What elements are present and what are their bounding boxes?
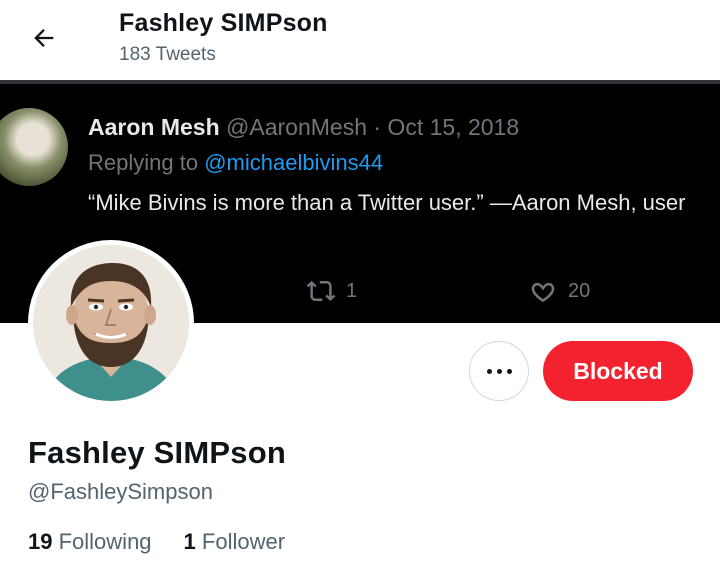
heart-icon [531, 282, 555, 302]
profile-avatar[interactable] [28, 240, 194, 406]
following-count: 19 [28, 529, 53, 554]
blocked-button[interactable]: Blocked [543, 341, 693, 401]
followers-label: Follower [201, 529, 286, 554]
banner-replying-to: Replying to @michaelbivins44 [88, 150, 383, 176]
more-options-button[interactable] [469, 341, 529, 401]
following-label: Following [58, 529, 152, 554]
arrow-left-icon [34, 29, 54, 47]
banner-tweet-author: Aaron Mesh @AaronMesh · Oct 15, 2018 [88, 114, 519, 141]
profile-stats: 19 Following 1 Follower [28, 529, 285, 555]
following-link[interactable]: 19 Following [28, 529, 152, 555]
tweet-count: 183 Tweets [119, 44, 216, 65]
profile-name: Fashley SIMPson [28, 435, 286, 470]
followers-link[interactable]: 1 Follower [184, 529, 286, 555]
banner-retweet: 1 [306, 276, 357, 306]
banner-tweet-avatar [0, 108, 68, 186]
banner-divider [0, 80, 720, 84]
header-title: Fashley SIMPson [119, 9, 328, 37]
banner-retweet-count: 1 [346, 279, 358, 302]
more-horizontal-icon [486, 368, 512, 374]
banner-author-meta: @AaronMesh · Oct 15, 2018 [226, 114, 520, 140]
avatar-image [33, 245, 189, 401]
profile-header: Fashley SIMPson 183 Tweets [0, 0, 720, 80]
banner-like-count: 20 [568, 279, 591, 302]
back-button[interactable] [26, 20, 62, 56]
banner-author-name: Aaron Mesh [88, 114, 220, 140]
replying-mention: @michaelbivins44 [204, 150, 384, 175]
banner-like: 20 [528, 276, 590, 306]
avatar-illustration [33, 245, 189, 401]
replying-prefix: Replying to [88, 150, 199, 175]
followers-count: 1 [183, 529, 196, 554]
retweet-icon [306, 280, 336, 301]
banner-tweet-text: “Mike Bivins is more than a Twitter user… [88, 190, 686, 215]
profile-handle: @FashleySimpson [28, 479, 213, 504]
